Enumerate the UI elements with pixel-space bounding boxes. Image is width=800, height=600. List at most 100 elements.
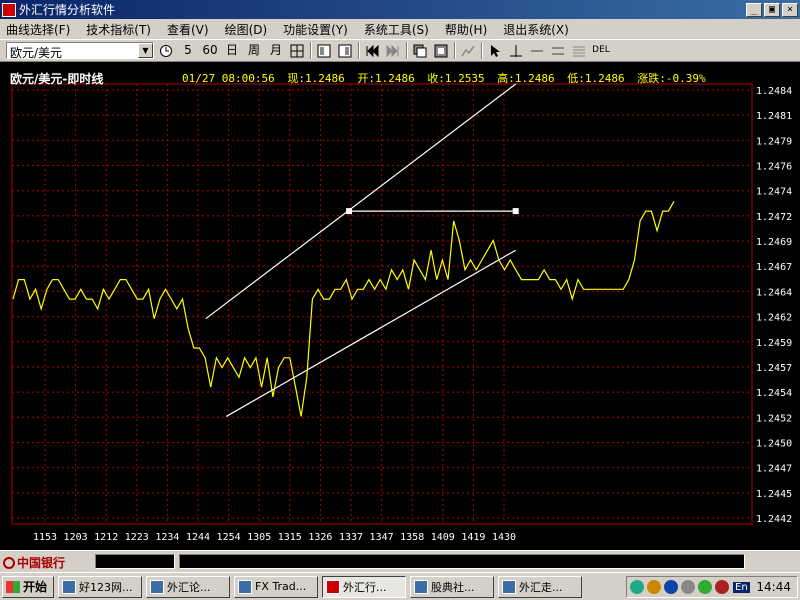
trendline[interactable] xyxy=(205,83,517,320)
system-tray: En 14:44 xyxy=(626,576,798,598)
grid-icon[interactable] xyxy=(288,42,306,59)
x-tick-label: 1409 xyxy=(431,532,455,543)
parallel-lines-icon[interactable] xyxy=(549,42,567,59)
line-chart-icon[interactable] xyxy=(459,42,477,59)
taskbar-item-label: 外汇论... xyxy=(167,580,211,594)
x-tick-label: 1430 xyxy=(492,532,516,543)
quote-info: 01/27 08:00:56 现:1.2486 开:1.2486 收:1.253… xyxy=(182,70,712,86)
taskbar-item[interactable]: 好123网... xyxy=(58,575,142,598)
period-day-button[interactable]: 日 xyxy=(223,42,241,59)
currency-pair-value: 欧元/美元 xyxy=(10,46,63,60)
x-tick-label: 1203 xyxy=(64,532,88,543)
period-5-button[interactable]: 5 xyxy=(179,42,197,59)
period-month-button[interactable]: 月 xyxy=(267,42,285,59)
period-60-button[interactable]: 60 xyxy=(201,42,219,59)
delete-button[interactable]: DEL xyxy=(592,42,610,59)
x-tick-label: 1254 xyxy=(217,532,241,543)
y-tick-label: 1.2445 xyxy=(756,489,792,500)
status-panel-main xyxy=(179,554,745,569)
menu-bar: 曲线选择(F) 技术指标(T) 查看(V) 绘图(D) 功能设置(Y) 系统工具… xyxy=(0,19,800,39)
y-tick-label: 1.2459 xyxy=(756,338,792,349)
menu-tools[interactable]: 系统工具(S) xyxy=(364,21,429,38)
y-tick-label: 1.2457 xyxy=(756,363,792,374)
quote-datetime: 01/27 08:00:56 xyxy=(182,72,275,85)
toolbar: 欧元/美元 ▼ 5 60 日 周 月 DEL xyxy=(0,39,800,62)
rewind-icon[interactable] xyxy=(363,42,381,59)
x-tick-label: 1326 xyxy=(308,532,332,543)
menu-curve[interactable]: 曲线选择(F) xyxy=(6,21,70,38)
chart-app-icon xyxy=(326,579,340,594)
taskbar-item[interactable]: FX Trad... xyxy=(234,575,318,598)
close-button[interactable]: × xyxy=(782,2,798,17)
volume-icon[interactable] xyxy=(681,580,695,594)
taskbar-item-label: 股典社... xyxy=(431,580,475,594)
tray-icon[interactable] xyxy=(715,580,729,594)
currency-pair-select[interactable]: 欧元/美元 ▼ xyxy=(6,42,154,60)
window-copy-icon[interactable] xyxy=(411,42,429,59)
quote-change: 涨跌:-0.39% xyxy=(637,72,706,85)
quote-high: 高:1.2486 xyxy=(497,72,555,85)
fibonacci-icon[interactable] xyxy=(570,42,588,59)
menu-draw[interactable]: 绘图(D) xyxy=(225,21,268,38)
layout-panel-icon[interactable] xyxy=(336,42,354,59)
network-icon[interactable] xyxy=(698,580,712,594)
y-tick-label: 1.2474 xyxy=(756,187,792,198)
ie-icon xyxy=(150,579,164,594)
start-label: 开始 xyxy=(23,580,48,594)
ie-icon xyxy=(62,579,76,594)
taskbar-item-label: 外汇行... xyxy=(343,580,387,594)
crosshair-icon[interactable] xyxy=(507,42,525,59)
ie-icon xyxy=(502,579,516,594)
y-tick-label: 1.2442 xyxy=(756,514,792,525)
taskbar-item-label: 外汇走... xyxy=(519,580,563,594)
y-tick-label: 1.2472 xyxy=(756,212,792,223)
window-title: 外汇行情分析软件 xyxy=(19,3,116,17)
chart-title: 欧元/美元-即时线 xyxy=(10,72,104,86)
menu-help[interactable]: 帮助(H) xyxy=(445,21,487,38)
tray-icon[interactable] xyxy=(647,580,661,594)
clock-icon[interactable] xyxy=(157,42,175,59)
menu-settings[interactable]: 功能设置(Y) xyxy=(283,21,348,38)
taskbar-item[interactable]: 股典社... xyxy=(410,575,494,598)
chart-panel: 1.2484 1.2481 1.2479 1.2476 1.2474 1.2472 1.24… xyxy=(0,62,800,550)
layout-split-icon[interactable] xyxy=(315,42,333,59)
start-button[interactable]: 开始 xyxy=(2,575,54,598)
ime-indicator[interactable]: En xyxy=(733,581,750,593)
trendline-handle[interactable] xyxy=(512,208,519,215)
pointer-icon[interactable] xyxy=(486,42,504,59)
trendline[interactable] xyxy=(225,249,516,417)
window-tile-icon[interactable] xyxy=(432,42,450,59)
tray-icon[interactable] xyxy=(664,580,678,594)
y-tick-label: 1.2454 xyxy=(756,388,792,399)
taskbar-item[interactable]: 外汇论... xyxy=(146,575,230,598)
chevron-down-icon[interactable]: ▼ xyxy=(138,43,153,58)
app-icon xyxy=(2,2,16,17)
horizontal-line-icon[interactable] xyxy=(528,42,546,59)
toolbar-separator xyxy=(454,42,456,59)
y-tick-label: 1.2476 xyxy=(756,162,792,173)
taskbar-item[interactable]: 外汇走... xyxy=(498,575,582,598)
y-tick-label: 1.2469 xyxy=(756,237,792,248)
taskbar-item-active[interactable]: 外汇行... xyxy=(322,575,406,598)
maximize-button[interactable]: ▣ xyxy=(764,2,780,17)
trendline-handle[interactable] xyxy=(346,208,353,215)
status-bar: 中国银行 xyxy=(0,550,800,572)
menu-view[interactable]: 查看(V) xyxy=(167,21,209,38)
minimize-button[interactable]: _ xyxy=(746,2,762,17)
quote-close: 收:1.2535 xyxy=(427,72,485,85)
tray-icon[interactable] xyxy=(630,580,644,594)
menu-indicators[interactable]: 技术指标(T) xyxy=(86,21,151,38)
taskbar: 开始 好123网... 外汇论... FX Trad... 外汇行... 股典社… xyxy=(0,572,800,600)
toolbar-separator xyxy=(481,42,483,59)
y-tick-label: 1.2452 xyxy=(756,413,792,424)
price-line xyxy=(12,201,675,417)
taskbar-item-label: 好123网... xyxy=(79,580,133,594)
fast-forward-icon[interactable] xyxy=(384,42,402,59)
menu-exit[interactable]: 退出系统(X) xyxy=(503,21,569,38)
toolbar-separator xyxy=(358,42,360,59)
price-chart[interactable]: 1.2484 1.2481 1.2479 1.2476 1.2474 1.2472 1.24… xyxy=(0,62,800,550)
period-week-button[interactable]: 周 xyxy=(245,42,263,59)
y-tick-label: 1.2450 xyxy=(756,438,792,449)
y-tick-label: 1.2462 xyxy=(756,313,792,324)
x-tick-label: 1212 xyxy=(94,532,118,543)
